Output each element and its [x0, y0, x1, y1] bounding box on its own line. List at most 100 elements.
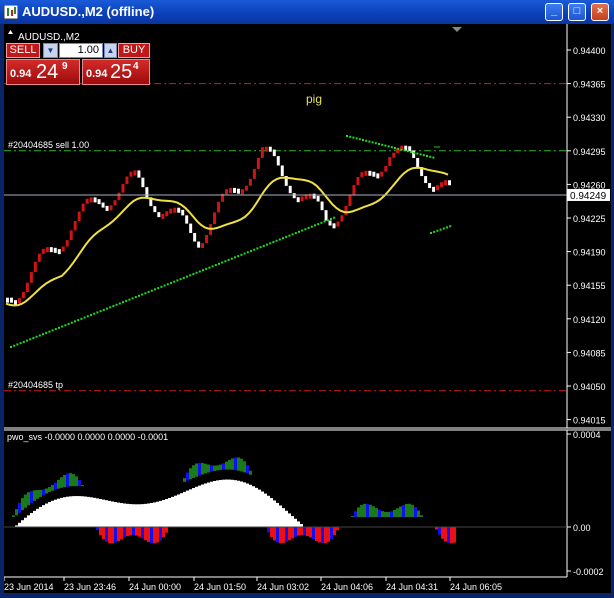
histogram-bar [27, 515, 30, 527]
candle [189, 224, 192, 233]
minimize-button[interactable]: _ [545, 3, 563, 21]
histogram-bar [108, 501, 111, 527]
candle [121, 184, 124, 193]
one-click-trading-panel[interactable]: SELL ▼ 1.00 ▲ BUY 0.94 24 9 0.94 25 4 [6, 43, 150, 85]
histogram-bar [420, 515, 423, 517]
psar-dot [446, 226, 448, 228]
candle [197, 242, 200, 248]
histogram-bar [351, 516, 354, 517]
psar-dot [330, 218, 332, 220]
candle [265, 147, 268, 152]
histogram-bar [276, 527, 279, 542]
histogram-bar [93, 498, 96, 527]
candle [213, 212, 216, 224]
candle [277, 156, 280, 165]
chart-area[interactable]: AUDUSD.,M2 #20404685 sell 1.00#20404685 … [4, 24, 611, 593]
x-tick-label: 24 Jun 06:05 [450, 582, 502, 592]
lot-increase-button[interactable]: ▲ [104, 43, 117, 58]
histogram-bar [78, 480, 81, 486]
histogram-bar [147, 503, 150, 527]
psar-dot [365, 140, 367, 142]
close-button[interactable]: × [591, 3, 609, 21]
histogram-bar [246, 465, 249, 473]
psar-dot [119, 302, 121, 304]
candle [54, 248, 57, 253]
histogram-bar [285, 527, 288, 542]
psar-dot [269, 242, 271, 244]
psar-dot [74, 320, 76, 322]
histogram-bar [63, 497, 66, 527]
candle [245, 186, 248, 191]
histogram-bar [132, 504, 135, 527]
candle [448, 180, 451, 185]
histogram-bar [156, 502, 159, 527]
histogram-bar [105, 527, 108, 542]
candle [38, 254, 41, 262]
histogram-bar [213, 481, 216, 527]
sell-price-pips: 24 [36, 61, 58, 84]
psar-dot [154, 288, 156, 290]
histogram-bar [183, 492, 186, 527]
psar-dot [122, 301, 124, 303]
histogram-bar [114, 527, 117, 542]
histogram-bar [288, 513, 291, 527]
sell-button[interactable]: SELL [6, 43, 40, 58]
histogram-bar [447, 527, 450, 543]
psar-dot [212, 265, 214, 267]
lot-size-input[interactable]: 1.00 [59, 43, 103, 58]
psar-dot [20, 342, 22, 344]
histogram-bar [135, 527, 138, 536]
candle [74, 221, 77, 230]
buy-price-button[interactable]: 0.94 25 4 [82, 59, 150, 85]
maximize-button[interactable]: □ [568, 3, 586, 21]
psar-dot [423, 154, 425, 156]
psar-dot [288, 235, 290, 237]
lot-decrease-button[interactable]: ▼ [43, 43, 58, 58]
psar-dot [80, 318, 82, 320]
buy-button[interactable]: BUY [118, 43, 150, 58]
indicator-panel[interactable]: pwo_svs -0.0000 0.0000 0.0000 -0.0001 0.… [4, 430, 604, 577]
psar-dot [301, 230, 303, 232]
candle [70, 230, 73, 240]
histogram-bar [120, 527, 123, 539]
psar-dot [346, 135, 348, 137]
window-titlebar[interactable]: AUDUSD.,M2 (offline) _ □ × [0, 0, 614, 24]
candle [118, 193, 121, 201]
candle [376, 173, 379, 178]
histogram-bar [207, 483, 210, 527]
psar-dot [388, 145, 390, 147]
candles-group [6, 146, 451, 306]
histogram-bar [114, 502, 117, 527]
indicator-histogram [4, 457, 567, 543]
histogram-bar [225, 480, 228, 527]
candle [58, 249, 61, 254]
histogram-bar [144, 527, 147, 540]
histogram-bar [129, 504, 132, 527]
histogram-bar [60, 498, 63, 527]
histogram-bar [54, 500, 57, 527]
histogram-bar [102, 500, 105, 527]
psar-dot [202, 269, 204, 271]
psar-dot [128, 299, 130, 301]
sub-y-tick-label: 0.00 [573, 523, 591, 533]
histogram-bar [261, 492, 264, 527]
window-title: AUDUSD.,M2 (offline) [22, 4, 154, 20]
histogram-bar [399, 506, 402, 517]
histogram-bar [216, 465, 219, 470]
candle [177, 208, 180, 213]
candle [428, 183, 431, 188]
histogram-bar [381, 511, 384, 517]
chevron-up-icon: ▲ [107, 46, 115, 55]
psar-dot [52, 329, 54, 331]
histogram-bar [42, 489, 45, 495]
histogram-bar [18, 503, 21, 513]
price-chart-svg[interactable]: AUDUSD.,M2 #20404685 sell 1.00#20404685 … [4, 24, 611, 593]
histogram-bar [216, 480, 219, 527]
main-y-axis-ticks: 0.944000.943650.943300.942950.942600.942… [567, 46, 606, 426]
chart-app-icon [4, 5, 18, 19]
histogram-bar [63, 475, 66, 487]
psar-dot [327, 219, 329, 221]
candle [333, 223, 336, 228]
sell-price-button[interactable]: 0.94 24 9 [6, 59, 80, 85]
histogram-bar [267, 527, 270, 532]
